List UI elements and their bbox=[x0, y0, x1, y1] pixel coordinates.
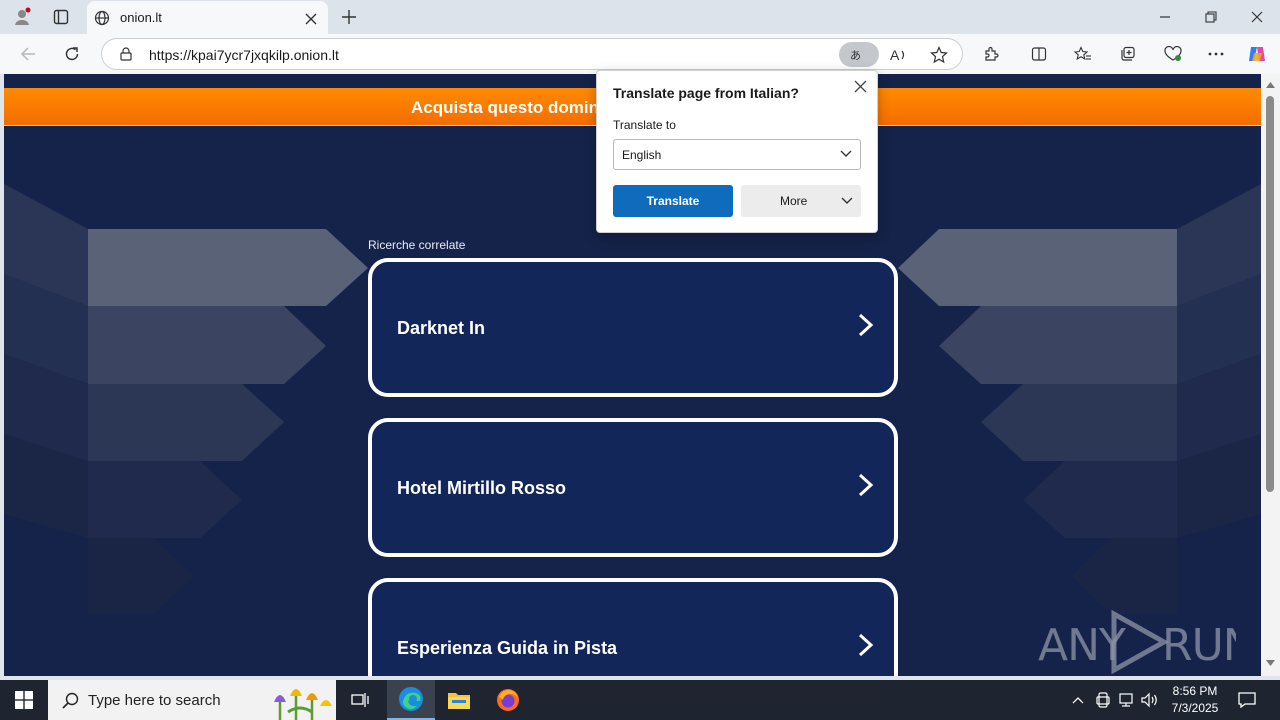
firefox-icon[interactable] bbox=[495, 687, 521, 713]
minimize-icon[interactable] bbox=[1154, 6, 1176, 28]
chevron-down-icon bbox=[841, 197, 853, 204]
extensions-icon[interactable] bbox=[980, 43, 1002, 65]
close-tab-icon[interactable] bbox=[301, 9, 321, 29]
translate-icon[interactable]: あ bbox=[839, 42, 879, 67]
start-windows-icon[interactable] bbox=[0, 680, 48, 720]
restore-icon[interactable] bbox=[1200, 6, 1222, 28]
copilot-icon[interactable] bbox=[1245, 42, 1269, 66]
translate-to-label: Translate to bbox=[613, 118, 676, 132]
translate-button[interactable]: Translate bbox=[613, 185, 733, 217]
chevron-right-icon bbox=[858, 473, 874, 497]
browser-essentials-icon[interactable] bbox=[1162, 43, 1184, 65]
background-decoration-right bbox=[898, 184, 1261, 614]
anyrun-watermark: ANY RUN bbox=[1036, 608, 1256, 676]
profile-icon[interactable] bbox=[10, 6, 34, 28]
chevron-down-icon bbox=[840, 150, 852, 157]
device-icon[interactable] bbox=[1094, 690, 1112, 710]
url-text[interactable]: https://kpai7ycr7jxqkilp.onion.lt bbox=[149, 47, 339, 63]
tab-bar: onion.lt bbox=[0, 0, 1280, 34]
clock-time: 8:56 PM bbox=[1172, 684, 1218, 698]
chevron-right-icon bbox=[858, 633, 874, 657]
tulips-decoration-icon bbox=[274, 689, 332, 720]
windows-taskbar: Type here to search 8:56 PM 7/3/2025 bbox=[0, 680, 1280, 720]
taskbar-clock[interactable]: 8:56 PM 7/3/2025 bbox=[1160, 683, 1230, 717]
task-view-icon[interactable] bbox=[349, 689, 371, 711]
language-select[interactable]: English bbox=[613, 139, 861, 170]
network-icon[interactable] bbox=[1116, 690, 1136, 710]
card-label[interactable]: Darknet In bbox=[397, 318, 485, 339]
close-window-icon[interactable] bbox=[1246, 6, 1268, 28]
tab-onion[interactable]: onion.lt bbox=[87, 1, 328, 34]
clock-date: 7/3/2025 bbox=[1171, 701, 1219, 715]
read-aloud-icon[interactable]: A bbox=[888, 44, 910, 66]
scroll-up-arrow-icon[interactable] bbox=[1266, 82, 1275, 88]
svg-text:A: A bbox=[890, 47, 900, 63]
lock-icon[interactable] bbox=[118, 46, 134, 62]
chevron-right-icon bbox=[858, 313, 874, 337]
related-search-card[interactable]: Darknet In bbox=[368, 258, 898, 397]
more-button[interactable]: More bbox=[741, 185, 861, 217]
new-tab-icon[interactable] bbox=[338, 6, 360, 28]
favorite-star-icon[interactable] bbox=[928, 44, 950, 66]
language-value: English bbox=[622, 148, 662, 162]
popup-title: Translate page from Italian? bbox=[613, 85, 799, 101]
file-explorer-icon[interactable] bbox=[446, 688, 472, 712]
more-options-icon[interactable] bbox=[1205, 43, 1227, 65]
taskbar-search[interactable]: Type here to search bbox=[48, 680, 336, 720]
search-icon bbox=[60, 690, 80, 710]
related-searches-label: Ricerche correlate bbox=[368, 238, 466, 252]
banner-text[interactable]: Acquista questo dominio bbox=[411, 98, 614, 118]
close-icon[interactable] bbox=[851, 77, 869, 95]
split-screen-icon[interactable] bbox=[1028, 43, 1050, 65]
favorites-icon[interactable] bbox=[1072, 43, 1094, 65]
refresh-icon[interactable] bbox=[60, 43, 84, 65]
card-label[interactable]: Esperienza Guida in Pista bbox=[397, 638, 617, 659]
svg-text:RUN: RUN bbox=[1162, 620, 1236, 671]
globe-icon bbox=[93, 9, 111, 27]
related-search-card[interactable]: Esperienza Guida in Pista bbox=[368, 578, 898, 676]
notifications-icon[interactable] bbox=[1236, 689, 1258, 711]
search-placeholder: Type here to search bbox=[88, 692, 221, 709]
tab-actions-icon[interactable] bbox=[50, 6, 72, 28]
scroll-thumb[interactable] bbox=[1266, 96, 1274, 492]
svg-text:あ: あ bbox=[850, 49, 861, 62]
card-label[interactable]: Hotel Mirtillo Rosso bbox=[397, 478, 566, 499]
more-button-label: More bbox=[780, 194, 808, 208]
show-hidden-icons-icon[interactable] bbox=[1068, 690, 1088, 710]
tab-title: onion.lt bbox=[120, 10, 162, 25]
nav-bar: https://kpai7ycr7jxqkilp.onion.lt あ A bbox=[0, 34, 1280, 74]
collections-icon[interactable] bbox=[1117, 43, 1139, 65]
edge-taskbar-icon[interactable] bbox=[387, 680, 435, 720]
scroll-down-arrow-icon[interactable] bbox=[1266, 660, 1275, 666]
background-decoration-left bbox=[4, 184, 368, 614]
translate-popup: Translate page from Italian? Translate t… bbox=[596, 70, 878, 233]
page-scrollbar[interactable] bbox=[1261, 74, 1280, 676]
back-icon[interactable] bbox=[16, 43, 40, 65]
address-bar[interactable]: https://kpai7ycr7jxqkilp.onion.lt あ A bbox=[101, 38, 963, 70]
volume-icon[interactable] bbox=[1140, 690, 1160, 710]
related-search-card[interactable]: Hotel Mirtillo Rosso bbox=[368, 418, 898, 557]
